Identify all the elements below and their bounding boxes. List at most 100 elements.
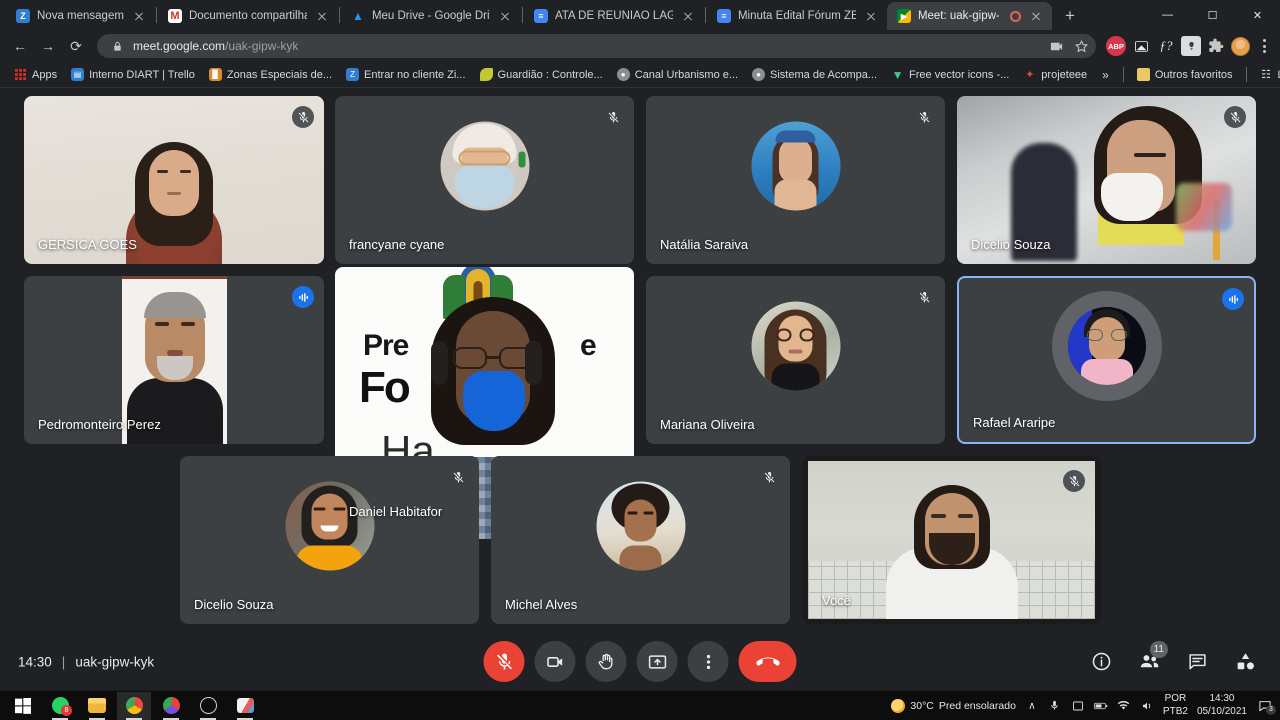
camera-toggle-button[interactable] xyxy=(534,641,576,682)
bookmark-projeteee[interactable]: ✦ projeteee xyxy=(1017,66,1093,83)
start-button[interactable] xyxy=(6,692,40,720)
new-tab-button[interactable]: + xyxy=(1056,2,1084,30)
obs-taskbar-button[interactable] xyxy=(191,692,225,720)
tab-divider xyxy=(521,7,523,23)
participant-tile-self[interactable]: Você xyxy=(802,456,1101,624)
screen-recorder-icon[interactable] xyxy=(1131,36,1151,56)
close-tab-icon[interactable] xyxy=(863,8,879,24)
camera-permission-icon[interactable] xyxy=(1047,37,1065,55)
raise-hand-button[interactable] xyxy=(585,641,627,682)
participant-tile[interactable]: Michel Alves xyxy=(491,456,790,624)
bookmarks-divider xyxy=(1122,67,1124,82)
leave-call-button[interactable] xyxy=(738,641,797,682)
secondary-controls: 11 xyxy=(1084,640,1262,679)
meeting-info-separator: | xyxy=(61,654,66,669)
close-window-button[interactable]: ✕ xyxy=(1235,0,1280,30)
close-tab-icon[interactable] xyxy=(680,8,696,24)
bookmarks-bar: Apps ▤ Interno DIART | Trello ▉ Zonas Es… xyxy=(0,62,1280,88)
bookmark-trello[interactable]: ▤ Interno DIART | Trello xyxy=(65,66,201,83)
weather-widget[interactable]: 30°C Pred ensolarado xyxy=(891,698,1016,713)
participant-tile[interactable]: Dicelio Souza xyxy=(180,456,479,624)
maximize-button[interactable]: ☐ xyxy=(1190,0,1235,30)
other-bookmarks-button[interactable]: Outros favoritos xyxy=(1131,66,1239,83)
font-finder-icon[interactable]: ƒ? xyxy=(1156,36,1176,56)
browser-tab-5-active[interactable]: ▶ Meet: uak-gipw-kyk xyxy=(886,2,1052,30)
clock-widget[interactable]: 14:30 05/10/2021 xyxy=(1197,693,1247,718)
chrome-menu-button[interactable] xyxy=(1255,39,1273,53)
minimize-button[interactable]: — xyxy=(1145,0,1190,30)
participant-tile[interactable]: Natália Saraiva xyxy=(646,96,945,264)
file-explorer-taskbar-button[interactable] xyxy=(80,692,114,720)
participant-tile[interactable]: francyane cyane xyxy=(335,96,634,264)
avatar xyxy=(1067,307,1146,385)
close-tab-icon[interactable] xyxy=(1028,8,1044,24)
avatar xyxy=(751,121,840,211)
close-tab-icon[interactable] xyxy=(314,8,330,24)
participant-name: Você xyxy=(822,593,851,608)
more-options-button[interactable] xyxy=(687,641,729,682)
chrome2-taskbar-button[interactable] xyxy=(154,692,188,720)
bookmark-star-icon[interactable] xyxy=(1072,37,1090,55)
notification-count: 3 xyxy=(1266,704,1276,715)
microphone-tray-icon[interactable] xyxy=(1048,699,1062,713)
browser-tab-4[interactable]: ≡ Minuta Edital Fórum ZEIS 1 xyxy=(707,2,887,30)
whatsapp-taskbar-button[interactable]: 8 xyxy=(43,692,77,720)
forward-button[interactable]: → xyxy=(35,33,61,59)
show-everyone-button[interactable]: 11 xyxy=(1132,640,1168,679)
wifi-tray-icon[interactable] xyxy=(1117,699,1131,713)
taskbar-apps: 8 xyxy=(0,691,262,720)
bookmark-canal-urbanismo[interactable]: ● Canal Urbanismo e... xyxy=(611,66,744,83)
bookmark-cliente-zimbra[interactable]: Z Entrar no cliente Zi... xyxy=(340,66,472,83)
flaticon-icon: ▼ xyxy=(891,67,904,82)
bookmark-label: Entrar no cliente Zi... xyxy=(364,68,466,81)
bookmark-free-vector-icons[interactable]: ▼ Free vector icons -... xyxy=(885,66,1015,83)
browser-tab-1[interactable]: M Documento compartilhado xyxy=(158,2,338,30)
google-meet-app: GERSICA GOES francyane cyane Natália Sar… xyxy=(0,88,1280,690)
reload-button[interactable]: ⟳ xyxy=(63,33,89,59)
browser-tab-2[interactable]: ▲ Meu Drive - Google Drive xyxy=(341,2,521,30)
chat-button[interactable] xyxy=(1180,645,1214,679)
extensions-puzzle-icon[interactable] xyxy=(1206,36,1226,56)
bookmark-apps[interactable]: Apps xyxy=(8,66,63,83)
reading-list-button[interactable]: ☷ Lista de leitura xyxy=(1254,66,1280,83)
onedrive-tray-icon[interactable] xyxy=(1071,699,1085,713)
browser-tab-0[interactable]: Z Nova mensagem xyxy=(6,2,155,30)
profile-avatar[interactable] xyxy=(1231,36,1250,56)
tab-strip: Z Nova mensagem M Documento compartilhad… xyxy=(0,0,1280,30)
globe-icon: ● xyxy=(616,68,630,81)
chat-bubble-icon xyxy=(1188,654,1206,670)
address-bar[interactable]: meet.google.com/uak-gipw-kyk xyxy=(97,34,1096,58)
bookmarks-overflow-button[interactable]: » xyxy=(1095,66,1116,84)
notes-extension-icon[interactable] xyxy=(1181,36,1201,56)
bookmark-sistema-acompanhamento[interactable]: ● Sistema de Acompa... xyxy=(746,66,883,83)
microphone-toggle-button[interactable] xyxy=(483,641,525,682)
tray-expand-chevron-icon[interactable]: ∧ xyxy=(1025,699,1039,713)
battery-tray-icon[interactable] xyxy=(1094,699,1108,713)
bookmark-guardiao[interactable]: Guardião : Controle... xyxy=(474,66,609,83)
activities-button[interactable] xyxy=(1228,645,1262,679)
bookmark-zonas-especiais[interactable]: ▉ Zonas Especiais de... xyxy=(203,66,338,83)
back-button[interactable]: ← xyxy=(7,33,33,59)
paint-taskbar-button[interactable] xyxy=(228,692,262,720)
browser-tab-3[interactable]: ≡ ATA DE REUNIÃO LAGAMA xyxy=(524,2,704,30)
google-docs-icon: ≡ xyxy=(716,9,731,23)
notification-center-button[interactable]: 3 xyxy=(1256,698,1276,715)
leaf-icon xyxy=(479,68,493,81)
close-tab-icon[interactable] xyxy=(131,8,147,24)
bookmark-label: Sistema de Acompa... xyxy=(770,68,878,81)
participant-tile-active-speaker[interactable]: Rafael Araripe xyxy=(957,276,1256,444)
language-indicator[interactable]: POR PTB2 xyxy=(1163,693,1188,718)
volume-tray-icon[interactable] xyxy=(1140,699,1154,713)
meeting-details-button[interactable] xyxy=(1084,645,1118,679)
participant-tile[interactable]: Dicelio Souza xyxy=(957,96,1256,264)
participant-tile[interactable]: GERSICA GOES xyxy=(24,96,324,264)
present-screen-button[interactable] xyxy=(636,641,678,682)
close-tab-icon[interactable] xyxy=(497,8,513,24)
participant-tile[interactable]: Mariana Oliveira xyxy=(646,276,945,444)
participant-tile[interactable]: Pedromonteiro Perez xyxy=(24,276,324,444)
chrome-taskbar-button[interactable] xyxy=(117,691,151,720)
adblock-plus-icon[interactable]: ABP xyxy=(1106,36,1126,56)
chrome-icon xyxy=(162,697,180,714)
bookmark-label: Canal Urbanismo e... xyxy=(634,68,739,81)
tab-divider xyxy=(155,7,157,23)
